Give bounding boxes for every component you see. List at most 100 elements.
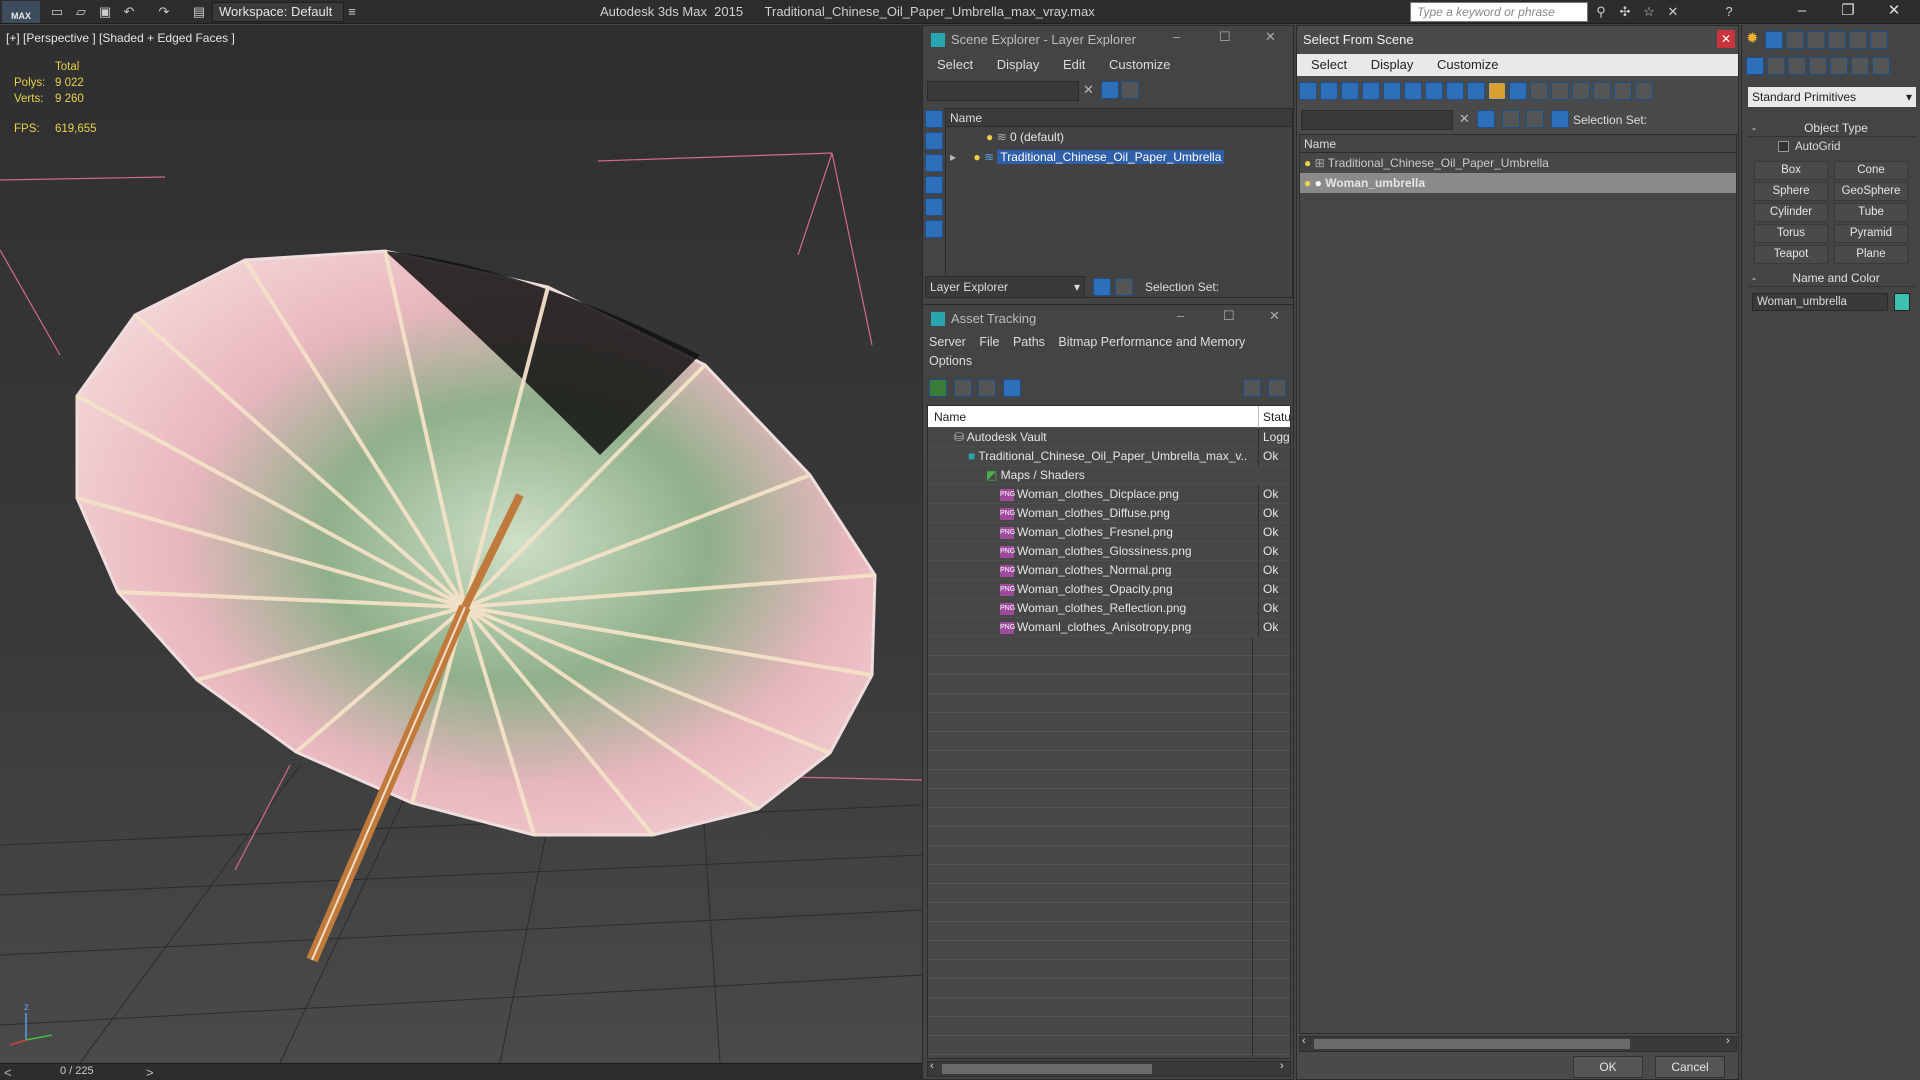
refresh-icon[interactable] <box>929 379 947 397</box>
object-type-header[interactable]: - Object Type <box>1748 119 1916 137</box>
horizontal-scrollbar[interactable]: ‹ › <box>1299 1035 1737 1052</box>
menu-bitmap-performance[interactable]: Bitmap Performance and Memory <box>1058 335 1245 349</box>
filter-hidden-icon[interactable] <box>1530 82 1548 100</box>
minimize-icon[interactable]: – <box>1173 29 1180 44</box>
filter-funnel-icon[interactable] <box>1614 82 1632 100</box>
pyramid-button[interactable]: Pyramid <box>1834 224 1908 243</box>
menu-server[interactable]: Server <box>929 335 966 349</box>
scroll-right-icon[interactable]: › <box>1280 1060 1284 1072</box>
clear-search-icon[interactable]: ✕ <box>1083 82 1094 98</box>
close-button[interactable]: ✕ <box>1874 0 1914 24</box>
cone-button[interactable]: Cone <box>1834 161 1908 180</box>
object-row[interactable]: ● ● Woman_umbrella <box>1300 173 1736 193</box>
scroll-left-icon[interactable]: ‹ <box>930 1060 934 1072</box>
sun-icon[interactable]: ✹ <box>1746 30 1759 47</box>
scrollbar-thumb[interactable] <box>1314 1039 1630 1049</box>
layer-row[interactable]: ▸ ● ≋ Traditional_Chinese_Oil_Paper_Umbr… <box>946 147 1292 167</box>
asset-row[interactable]: PNG Woman_clothes_Opacity.png Ok <box>928 580 1290 599</box>
filter-icon[interactable] <box>1477 110 1495 128</box>
menu-select[interactable]: Select <box>1311 57 1347 72</box>
display-none-icon[interactable] <box>925 110 943 128</box>
menu-file[interactable]: File <box>979 335 999 349</box>
table-view-icon[interactable] <box>1002 379 1021 397</box>
layer-row[interactable]: ● ≋ 0 (default) <box>946 127 1292 147</box>
timeline-next[interactable]: > <box>146 1065 154 1080</box>
binoculars-icon[interactable]: ⚲ <box>1592 3 1610 21</box>
tree-view-icon[interactable] <box>978 379 997 397</box>
cancel-button[interactable]: Cancel <box>1655 1056 1725 1078</box>
time-slider[interactable]: < 0 / 225 > <box>0 1063 922 1080</box>
column-status[interactable]: Status <box>1258 406 1290 428</box>
help-icon[interactable]: ? <box>1720 3 1738 21</box>
settings-icon[interactable] <box>1267 379 1286 397</box>
filter-xrefs-icon[interactable] <box>1446 82 1464 100</box>
maximize-icon[interactable]: ☐ <box>1219 29 1231 45</box>
close-icon[interactable]: ✕ <box>1265 29 1276 45</box>
help-icon[interactable] <box>1243 379 1261 397</box>
scroll-left-icon[interactable]: ‹ <box>1302 1035 1306 1047</box>
filter-geometry-icon[interactable] <box>1299 82 1317 100</box>
object-color-swatch[interactable] <box>1894 293 1910 311</box>
display-cameras-icon[interactable] <box>925 176 943 194</box>
modify-tab-icon[interactable] <box>1785 30 1804 49</box>
select-none-icon[interactable] <box>1572 82 1590 100</box>
light-bulb-icon[interactable]: ● <box>973 150 980 164</box>
menu-display[interactable]: Display <box>1371 57 1414 72</box>
tube-button[interactable]: Tube <box>1834 203 1908 222</box>
minimize-button[interactable]: – <box>1782 0 1822 24</box>
asset-row[interactable]: ⛁ Autodesk Vault Logged <box>928 428 1290 447</box>
asset-row[interactable]: PNG Womanl_clothes_Anisotropy.png Ok <box>928 618 1290 637</box>
list-view-icon[interactable] <box>953 379 972 397</box>
motion-tab-icon[interactable] <box>1827 30 1846 49</box>
save-icon[interactable]: ▣ <box>96 3 114 21</box>
workspace-dropdown[interactable]: Workspace: Default <box>212 2 344 22</box>
select-all-icon[interactable] <box>1551 82 1569 100</box>
tools-icon[interactable]: ✣ <box>1616 3 1634 21</box>
plane-button[interactable]: Plane <box>1834 245 1908 264</box>
filter-frozen-icon[interactable] <box>1509 82 1527 100</box>
shapes-icon[interactable] <box>1767 57 1785 75</box>
primitives-dropdown[interactable]: Standard Primitives ▾ <box>1748 87 1916 107</box>
column-name[interactable]: Name <box>1300 135 1736 153</box>
geometry-icon[interactable] <box>1746 57 1764 75</box>
minimize-icon[interactable]: – <box>1177 308 1184 323</box>
asset-row[interactable]: PNG Woman_clothes_Diffuse.png Ok <box>928 504 1290 523</box>
sphere-button[interactable]: Sphere <box>1754 182 1828 201</box>
search-input[interactable]: Type a keyword or phrase <box>1410 2 1588 22</box>
hierarchy-tab-icon[interactable] <box>1806 30 1825 49</box>
menu-customize[interactable]: Customize <box>1437 57 1498 72</box>
close-button[interactable]: ✕ <box>1717 30 1735 48</box>
filter-spacewarps-icon[interactable] <box>1404 82 1422 100</box>
column-name[interactable]: Name <box>928 406 1248 428</box>
horizontal-scrollbar[interactable]: ‹ › <box>927 1060 1291 1077</box>
spacewarps-icon[interactable] <box>1851 57 1869 75</box>
menu-options[interactable]: Options <box>929 354 972 368</box>
filter-bones-icon[interactable] <box>1467 82 1485 100</box>
ok-button[interactable]: OK <box>1573 1056 1643 1078</box>
display-lights-icon[interactable] <box>925 154 943 172</box>
scene-explorer-search-input[interactable] <box>927 81 1079 101</box>
menu-select[interactable]: Select <box>937 57 973 72</box>
star-icon[interactable]: ☆ <box>1640 3 1658 21</box>
close-icon[interactable]: ✕ <box>1269 308 1280 324</box>
redo-icon[interactable]: ↷ <box>155 3 173 21</box>
close-x-icon[interactable]: ✕ <box>1664 3 1682 21</box>
asset-row[interactable]: PNG Woman_clothes_Normal.png Ok <box>928 561 1290 580</box>
workspace-menu-icon[interactable]: ≡ <box>346 3 358 21</box>
asset-row[interactable]: PNG Woman_clothes_Dicplace.png Ok <box>928 485 1290 504</box>
invert-selection-icon[interactable] <box>1593 82 1611 100</box>
timeline-prev[interactable]: < <box>4 1065 12 1080</box>
scrollbar-thumb[interactable] <box>942 1064 1152 1074</box>
cameras-icon[interactable] <box>1809 57 1827 75</box>
lights-icon[interactable] <box>1788 57 1806 75</box>
light-bulb-icon[interactable]: ● <box>1304 176 1311 190</box>
maximize-icon[interactable]: ☐ <box>1223 308 1235 324</box>
asset-row[interactable]: ■ Traditional_Chinese_Oil_Paper_Umbrella… <box>928 447 1290 466</box>
dialog-search-input[interactable] <box>1301 110 1453 130</box>
sort-icon[interactable] <box>1635 82 1653 100</box>
menu-paths[interactable]: Paths <box>1013 335 1045 349</box>
hierarchy-icon[interactable] <box>1115 278 1136 296</box>
expand-arrow-icon[interactable]: ▸ <box>950 150 956 164</box>
project-icon[interactable]: ▤ <box>190 3 208 21</box>
undo-icon[interactable]: ↶ <box>120 3 138 21</box>
